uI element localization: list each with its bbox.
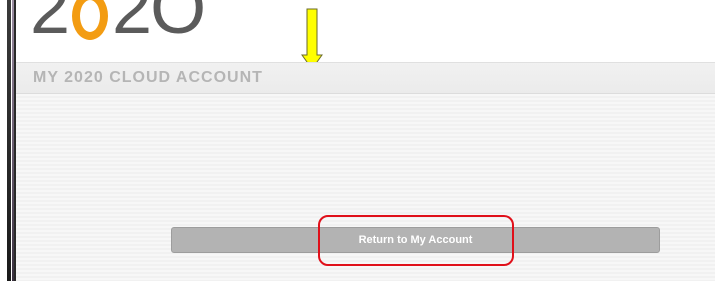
logo-char-3: 2 xyxy=(112,0,152,49)
return-to-account-button[interactable]: Return to My Account xyxy=(171,227,660,253)
window-border-dark xyxy=(7,0,11,281)
logo-2020: 2 2 O xyxy=(30,0,206,49)
logo-char-1: 2 xyxy=(30,0,70,49)
page-header: MY 2020 CLOUD ACCOUNT xyxy=(16,62,715,94)
logo-char-4: O xyxy=(150,0,206,49)
window-left-edge xyxy=(0,0,16,281)
down-arrow-icon xyxy=(301,8,323,70)
main-content: Return to My Account xyxy=(16,94,715,281)
page-title: MY 2020 CLOUD ACCOUNT xyxy=(33,69,263,86)
logo-orange-circle xyxy=(72,0,109,40)
